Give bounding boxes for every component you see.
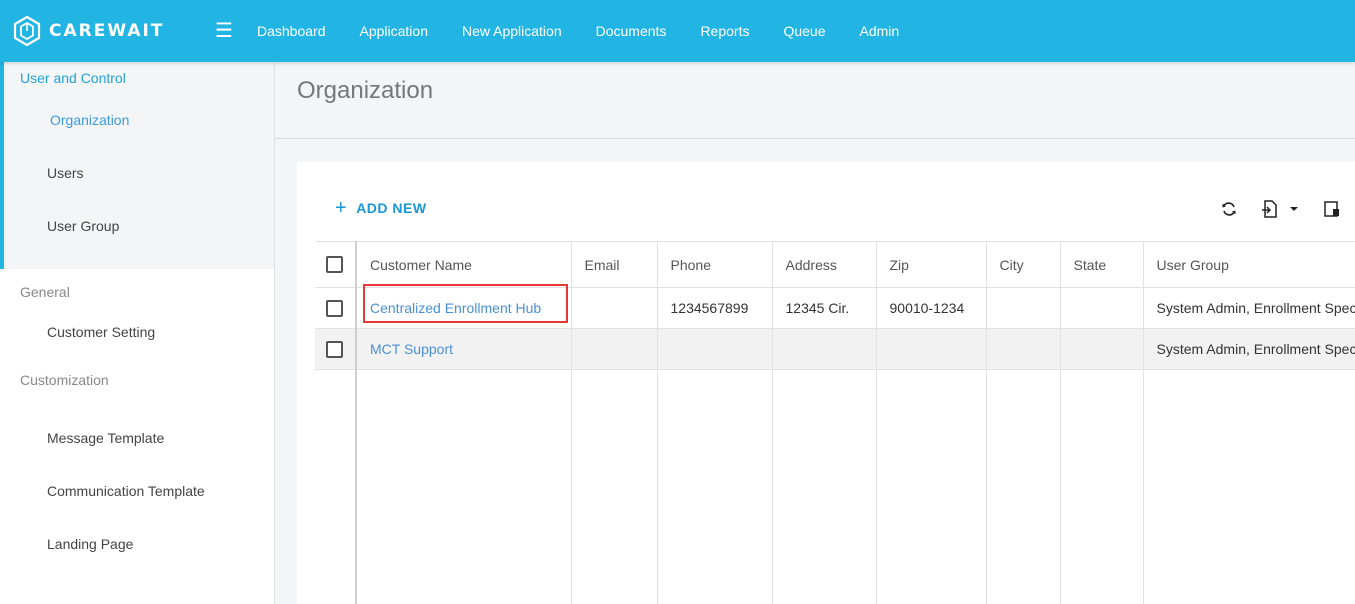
sidebar-group-customization: Customization	[20, 372, 109, 388]
sidebar-item-users[interactable]: Users	[4, 147, 274, 200]
sidebar-item-organization[interactable]: Organization	[4, 94, 274, 147]
row-select-cell	[315, 287, 357, 329]
organization-grid: Customer Name Email Phone Address Zip Ci…	[315, 241, 1355, 604]
nav-application[interactable]: Application	[360, 23, 429, 39]
nav-new-application[interactable]: New Application	[462, 23, 562, 39]
nav-dashboard[interactable]: Dashboard	[257, 23, 326, 39]
column-header-user-group[interactable]: User Group	[1143, 241, 1355, 288]
user-group-cell: System Admin, Enrollment Specialist	[1143, 328, 1355, 370]
column-header-customer-name[interactable]: Customer Name	[356, 241, 572, 288]
add-new-label: ADD NEW	[356, 200, 427, 216]
column-header-state[interactable]: State	[1060, 241, 1144, 288]
address-cell: 12345 Cir.	[772, 287, 877, 329]
top-navbar: CAREWAIT ☰ Dashboard Application New App…	[0, 0, 1355, 62]
empty-cell	[986, 369, 1061, 604]
empty-cell	[356, 369, 572, 604]
state-cell	[1060, 287, 1144, 329]
sidebar-group-label[interactable]: User and Control	[4, 62, 274, 94]
main-nav: Dashboard Application New Application Do…	[257, 23, 933, 39]
select-all-cell	[315, 241, 357, 288]
empty-cell	[315, 369, 357, 604]
row-select-cell	[315, 328, 357, 370]
organization-table: Customer Name Email Phone Address Zip Ci…	[315, 241, 1355, 604]
empty-cell	[772, 369, 877, 604]
user-group-cell: System Admin, Enrollment Specialist	[1143, 287, 1355, 329]
export-dropdown-chevron-down-icon[interactable]	[1289, 206, 1299, 212]
nav-reports[interactable]: Reports	[700, 23, 749, 39]
select-all-checkbox[interactable]	[326, 256, 343, 274]
column-chooser-icon[interactable]	[1323, 200, 1341, 218]
refresh-icon[interactable]	[1221, 201, 1237, 217]
city-cell	[986, 287, 1061, 329]
brand-logo[interactable]: CAREWAIT	[11, 15, 201, 47]
grid-toolbar: + ADD NEW	[297, 162, 1355, 241]
sidebar-item-landing-page[interactable]: Landing Page	[0, 513, 274, 566]
carewait-logo-icon	[13, 15, 41, 47]
nav-admin[interactable]: Admin	[860, 23, 900, 39]
sidebar-item-customer-setting[interactable]: Customer Setting	[0, 315, 274, 361]
empty-cell	[571, 369, 658, 604]
column-header-city[interactable]: City	[986, 241, 1061, 288]
phone-cell	[657, 328, 773, 370]
sidebar-item-message-template[interactable]: Message Template	[0, 407, 274, 460]
city-cell	[986, 328, 1061, 370]
table-header-row: Customer Name Email Phone Address Zip Ci…	[315, 241, 1355, 288]
column-header-phone[interactable]: Phone	[657, 241, 773, 288]
toolbar-icons	[1221, 200, 1355, 218]
table-empty-space	[315, 369, 1355, 604]
address-cell	[772, 328, 877, 370]
main-content: Organization + ADD NEW Customer Name Ema…	[275, 62, 1355, 604]
customer-name-link[interactable]: Centralized Enrollment Hub	[356, 287, 572, 329]
state-cell	[1060, 328, 1144, 370]
sidebar-group-user-control: User and Control Organization Users User…	[0, 62, 274, 269]
nav-queue[interactable]: Queue	[783, 23, 825, 39]
export-icon[interactable]	[1261, 200, 1279, 218]
sidebar: User and Control Organization Users User…	[0, 62, 275, 604]
column-header-address[interactable]: Address	[772, 241, 877, 288]
sidebar-group-general: General	[20, 284, 70, 300]
zip-cell	[876, 328, 987, 370]
table-row[interactable]: MCT Support System Admin, Enrollment Spe…	[315, 328, 1355, 370]
empty-cell	[876, 369, 987, 604]
empty-cell	[1060, 369, 1144, 604]
menu-toggle-icon[interactable]: ☰	[215, 21, 245, 41]
email-cell	[571, 287, 658, 329]
zip-cell: 90010-1234	[876, 287, 987, 329]
page-title: Organization	[275, 62, 1355, 139]
empty-cell	[657, 369, 773, 604]
column-header-zip[interactable]: Zip	[876, 241, 987, 288]
sidebar-item-user-group[interactable]: User Group	[4, 200, 274, 253]
phone-cell: 1234567899	[657, 287, 773, 329]
organization-card: + ADD NEW Customer Name Email Phone Addr…	[297, 162, 1355, 604]
plus-icon: +	[335, 197, 348, 219]
column-header-email[interactable]: Email	[571, 241, 658, 288]
nav-documents[interactable]: Documents	[596, 23, 667, 39]
brand-name: CAREWAIT	[49, 21, 165, 41]
empty-cell	[1143, 369, 1355, 604]
add-new-button[interactable]: + ADD NEW	[335, 197, 427, 219]
customer-name-link[interactable]: MCT Support	[356, 328, 572, 370]
email-cell	[571, 328, 658, 370]
sidebar-item-communication-template[interactable]: Communication Template	[0, 460, 274, 513]
row-checkbox[interactable]	[326, 299, 343, 317]
row-checkbox[interactable]	[326, 340, 343, 358]
table-row[interactable]: Centralized Enrollment Hub 1234567899 12…	[315, 287, 1355, 329]
